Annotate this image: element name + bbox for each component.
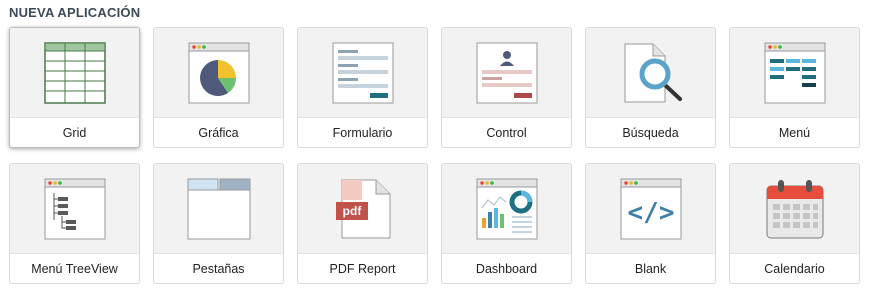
card-thumbnail [730,28,859,118]
card-formulario[interactable]: Formulario [297,27,428,148]
card-thumbnail [154,164,283,254]
card-thumbnail [10,28,139,118]
card-thumbnail [10,164,139,254]
card-thumbnail: pdf [298,164,427,254]
card-label: Formulario [332,125,393,140]
card-label: Pestañas [192,261,245,276]
card-grafica[interactable]: Gráfica [153,27,284,148]
card-dashboard[interactable]: Dashboard [441,163,572,284]
tabs-icon [187,178,251,240]
card-label: Gráfica [198,125,239,140]
card-label: Grid [62,125,87,140]
card-label: Búsqueda [622,125,679,140]
card-pestanas[interactable]: Pestañas [153,163,284,284]
search-icon [619,42,683,104]
pdf-badge-text: pdf [342,204,362,218]
card-label: Menú [778,125,811,140]
card-label: Dashboard [475,261,538,276]
card-thumbnail [154,28,283,118]
form-icon [332,42,394,104]
card-blank[interactable]: </> Blank [585,163,716,284]
card-calendario[interactable]: Calendario [729,163,860,284]
page-title: NUEVA APLICACIÓN [9,5,141,20]
treeview-icon [44,178,106,240]
calendar-icon [764,178,826,240]
card-label: Control [486,125,527,140]
card-thumbnail: </> [586,164,715,254]
chart-icon [188,42,250,104]
card-label: PDF Report [329,261,396,276]
card-label: Blank [634,261,667,276]
card-thumbnail [298,28,427,118]
card-label: Calendario [764,261,825,276]
menu-icon [764,42,826,104]
dashboard-icon [476,178,538,240]
pdf-icon: pdf [332,178,394,240]
card-thumbnail [730,164,859,254]
card-control[interactable]: Control [441,27,572,148]
card-menu-treeview[interactable]: Menú TreeView [9,163,140,284]
card-grid[interactable]: Grid [9,27,140,148]
card-menu[interactable]: Menú [729,27,860,148]
app-type-grid: Grid Gráfica Formulario Control Búsqueda… [9,27,860,284]
grid-icon [43,41,106,104]
card-label: Menú TreeView [31,261,118,276]
card-busqueda[interactable]: Búsqueda [585,27,716,148]
control-icon [476,42,538,104]
code-glyph: </> [627,198,674,228]
card-pdf-report[interactable]: pdf PDF Report [297,163,428,284]
code-icon: </> [620,178,682,240]
card-thumbnail [442,164,571,254]
card-thumbnail [586,28,715,118]
card-thumbnail [442,28,571,118]
